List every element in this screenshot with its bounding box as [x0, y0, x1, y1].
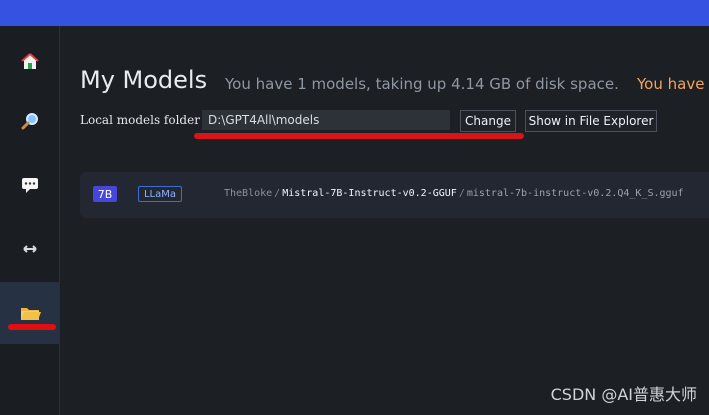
model-path: TheBloke / Mistral-7B-Instruct-v0.2-GGUF / m…	[224, 188, 684, 199]
model-type-badge: LLaMa	[138, 186, 182, 202]
sidebar-highlight	[8, 324, 56, 330]
warning-text: You have	[637, 75, 705, 93]
sidebar-item-home[interactable]	[0, 30, 59, 92]
disk-usage-text: You have 1 models, taking up 4.14 GB of …	[225, 75, 619, 93]
show-in-file-explorer-button[interactable]: Show in File Explorer	[525, 110, 657, 132]
top-bar	[0, 0, 709, 26]
watermark: CSDN @AI普惠大师	[550, 385, 697, 404]
page-title: My Models	[80, 66, 208, 94]
chat-icon	[20, 175, 40, 195]
model-size-badge: 7B	[93, 186, 117, 202]
resize-icon	[20, 239, 40, 259]
main-content: My Models You have 1 models, taking up 4…	[60, 26, 709, 415]
model-repo: Mistral-7B-Instruct-v0.2-GGUF	[282, 188, 457, 199]
sidebar-item-models[interactable]	[0, 282, 59, 344]
sidebar-item-resize[interactable]	[0, 218, 59, 280]
home-icon	[20, 51, 40, 71]
models-folder-input[interactable]	[202, 110, 450, 130]
folder-icon	[19, 304, 41, 322]
path-separator: /	[274, 188, 281, 199]
model-card[interactable]: 7B LLaMa TheBloke / Mistral-7B-Instruct-v0…	[80, 172, 709, 218]
model-file: mistral-7b-instruct-v0.2.Q4_K_S.gguf	[466, 188, 684, 199]
path-separator: /	[458, 188, 465, 199]
models-folder-label: Local models folder	[80, 113, 200, 127]
sidebar	[0, 26, 60, 415]
change-folder-button[interactable]: Change	[460, 110, 516, 132]
model-author: TheBloke	[224, 188, 273, 199]
sidebar-item-search[interactable]	[0, 90, 59, 152]
search-icon	[20, 111, 40, 131]
sidebar-item-chat[interactable]	[0, 154, 59, 216]
folder-highlight	[194, 133, 524, 139]
